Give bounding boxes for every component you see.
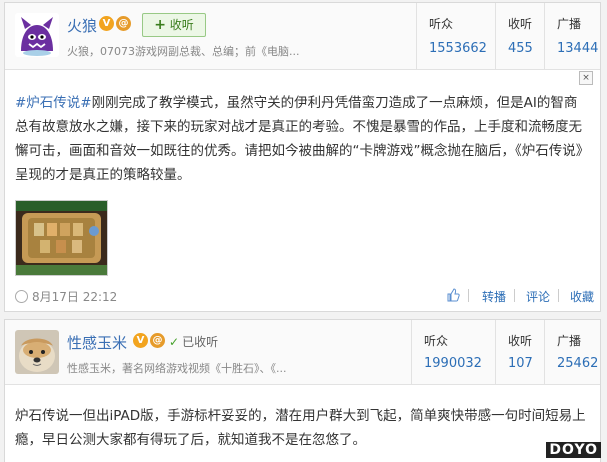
post-header: 性感玉米 V @ ✓ 已收听 性感玉米，著名网络游戏视频《十胜石》、《... 听众…	[5, 320, 600, 385]
divider	[514, 289, 515, 302]
check-icon: ✓	[169, 335, 180, 349]
avatar[interactable]	[15, 13, 59, 57]
stat-value: 107	[508, 356, 533, 371]
stat-label: 听众	[424, 334, 449, 348]
stat-value: 1990032	[424, 356, 482, 371]
favorite-button[interactable]: 收藏	[570, 288, 594, 305]
stat-value: 25462	[557, 356, 599, 371]
watermark-logo: DOYO	[546, 442, 601, 458]
clock-icon	[15, 290, 28, 303]
repost-button[interactable]: 转播	[482, 288, 506, 305]
stat-listeners[interactable]: 听众 1990032	[411, 320, 495, 384]
followed-label: 已收听	[182, 335, 219, 349]
stat-label: 收听	[508, 17, 533, 31]
divider	[558, 289, 559, 302]
verified-icon: V	[99, 16, 114, 31]
collapse-icon[interactable]: ×	[579, 71, 593, 85]
stat-broadcasts[interactable]: 广播 25462	[544, 320, 600, 384]
stat-label: 听众	[429, 17, 454, 31]
stat-value: 1553662	[429, 41, 487, 56]
stat-value: 13444	[557, 41, 599, 56]
comment-button[interactable]: 评论	[526, 288, 550, 305]
stat-label: 收听	[508, 334, 533, 348]
post-card-2: 性感玉米 V @ ✓ 已收听 性感玉米，著名网络游戏视频《十胜石》、《... 听众…	[4, 319, 601, 462]
hashtag-link[interactable]: #炉石传说#	[15, 95, 92, 111]
divider	[468, 289, 469, 302]
post-card-1: 火狼 V @ + 收听 火狼，07073游戏网副总裁、总编；前《电脑... 听众…	[4, 2, 601, 312]
user-description: 性感玉米，著名网络游戏视频《十胜石》、《...	[67, 362, 287, 375]
stat-label: 广播	[557, 334, 582, 348]
stat-following[interactable]: 收听 455	[495, 3, 544, 69]
post-content: 炉石传说一但出iPAD版，手游标杆妥妥的，潜在用户群大到飞起，简单爽快带感一句时…	[15, 404, 590, 452]
plus-icon: +	[154, 17, 166, 33]
user-description: 火狼，07073游戏网副总裁、总编；前《电脑...	[67, 45, 300, 58]
post-content: #炉石传说#刚刚完成了教学模式，虽然守关的伊利丹凭借蛮刀造成了一点麻烦，但是AI…	[15, 91, 590, 187]
qq-vip-icon: @	[150, 333, 165, 348]
post-time[interactable]: 8月17日 22:12	[32, 290, 117, 304]
qq-vip-icon: @	[116, 16, 131, 31]
follow-label: 收听	[169, 18, 194, 32]
stat-value: 455	[508, 41, 533, 56]
post-text: 炉石传说一但出iPAD版，手游标杆妥妥的，潜在用户群大到飞起，简单爽快带感一句时…	[15, 408, 586, 448]
post-text: 刚刚完成了教学模式，虽然守关的伊利丹凭借蛮刀造成了一点麻烦，但是AI的智商总有故…	[15, 95, 590, 183]
stat-listeners[interactable]: 听众 1553662	[416, 3, 495, 69]
stat-label: 广播	[557, 17, 582, 31]
follow-button[interactable]: + 收听	[142, 13, 206, 37]
like-icon[interactable]	[446, 288, 460, 302]
post-header: 火狼 V @ + 收听 火狼，07073游戏网副总裁、总编；前《电脑... 听众…	[5, 3, 600, 70]
followed-status[interactable]: ✓ 已收听	[169, 333, 218, 350]
stat-broadcasts[interactable]: 广播 13444	[544, 3, 600, 69]
stat-following[interactable]: 收听 107	[495, 320, 544, 384]
avatar[interactable]	[15, 330, 59, 374]
post-image-thumbnail[interactable]	[15, 200, 108, 276]
user-name[interactable]: 性感玉米	[67, 332, 127, 353]
post-meta: 8月17日 22:12	[15, 288, 117, 305]
user-name[interactable]: 火狼	[67, 15, 97, 36]
verified-icon: V	[133, 333, 148, 348]
